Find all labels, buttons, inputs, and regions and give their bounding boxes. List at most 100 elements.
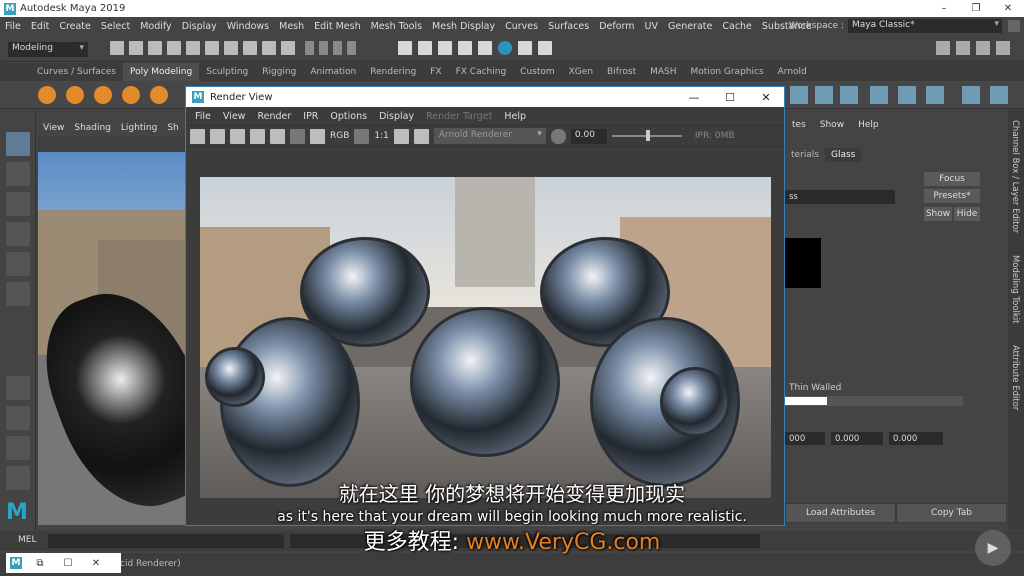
hypershade-icon[interactable] (458, 41, 472, 55)
render-region-icon[interactable] (210, 128, 225, 144)
ae-menu-show[interactable]: Show (813, 120, 851, 130)
ae-tab-glass[interactable]: Glass (824, 148, 862, 162)
vector-field-y[interactable]: 0.000 (831, 432, 883, 445)
multi-cut-icon[interactable] (870, 86, 888, 104)
menu-windows[interactable]: Windows (222, 21, 274, 32)
rgb-label[interactable]: RGB (330, 131, 349, 141)
shelf-tab-fx[interactable]: FX (423, 63, 448, 81)
menu-file[interactable]: File (0, 21, 26, 32)
render-menu-render-target[interactable]: Render Target (420, 111, 498, 122)
ipr-icon[interactable] (270, 128, 285, 144)
history-icon[interactable] (347, 41, 356, 55)
poly-cylinder-icon[interactable] (94, 86, 112, 104)
lock-icon[interactable] (1008, 20, 1020, 32)
render-view-icon[interactable] (478, 41, 492, 55)
rendered-image[interactable] (200, 177, 771, 498)
save-scene-icon[interactable] (148, 41, 162, 55)
minimize-button[interactable]: – (928, 0, 960, 17)
move-tool-icon[interactable] (6, 222, 30, 246)
single-perspective-icon[interactable] (6, 376, 30, 400)
snap-view-icon[interactable] (319, 41, 328, 55)
shelf-tab-rigging[interactable]: Rigging (255, 63, 303, 81)
pause-icon[interactable] (538, 41, 552, 55)
render-menu-options[interactable]: Options (324, 111, 373, 122)
light-editor-icon[interactable] (518, 41, 532, 55)
tool-settings-icon[interactable] (976, 41, 990, 55)
render-view-minimize-button[interactable]: — (676, 87, 712, 107)
lasso-tool-icon[interactable] (6, 162, 30, 186)
paint-select-icon[interactable] (6, 192, 30, 216)
render-menu-display[interactable]: Display (373, 111, 420, 122)
exposure-field[interactable]: 0.00 (570, 128, 607, 144)
arnold-icon[interactable] (498, 41, 512, 55)
close-button[interactable]: ✕ (992, 0, 1024, 17)
zoom-fit-icon[interactable] (393, 128, 409, 144)
target-weld-icon[interactable] (898, 86, 916, 104)
scale-tool-icon[interactable] (6, 282, 30, 306)
mini-close-button[interactable]: ✕ (82, 558, 110, 569)
menu-display[interactable]: Display (177, 21, 222, 32)
render-frame-icon[interactable] (398, 41, 412, 55)
poly-cube-icon[interactable] (66, 86, 84, 104)
menu-modify[interactable]: Modify (135, 21, 176, 32)
viewport-menu-shading[interactable]: Shading (69, 123, 116, 133)
snap-curve-icon[interactable] (281, 41, 295, 55)
undo-icon[interactable] (167, 41, 181, 55)
extrude-icon[interactable] (790, 86, 808, 104)
menu-uv[interactable]: UV (640, 21, 663, 32)
shelf-tab-motion-graphics[interactable]: Motion Graphics (684, 63, 771, 81)
menu-create[interactable]: Create (54, 21, 96, 32)
viewport-menu-sh[interactable]: Sh (162, 123, 183, 133)
menu-curves[interactable]: Curves (500, 21, 543, 32)
uv-editor-icon[interactable] (962, 86, 980, 104)
new-scene-icon[interactable] (110, 41, 124, 55)
refresh-ipr-icon[interactable] (290, 128, 305, 144)
render-menu-view[interactable]: View (217, 111, 252, 122)
minimized-window[interactable]: M ⧉ ☐ ✕ (6, 553, 121, 573)
shelf-tab-fx-caching[interactable]: FX Caching (449, 63, 514, 81)
thin-walled-slider[interactable] (785, 396, 963, 406)
snap-surface-icon[interactable] (333, 41, 342, 55)
render-settings-icon[interactable] (438, 41, 452, 55)
menu-surfaces[interactable]: Surfaces (543, 21, 594, 32)
material-name-field[interactable]: ss (785, 190, 895, 204)
select-hierarchy-icon[interactable] (205, 41, 219, 55)
renderer-dropdown[interactable]: Arnold Renderer (433, 128, 546, 144)
snapshot-icon[interactable] (230, 128, 245, 144)
two-view-icon[interactable] (6, 436, 30, 460)
render-view-close-button[interactable]: ✕ (748, 87, 784, 107)
restore-button[interactable]: ❐ (960, 0, 992, 17)
workspace-dropdown[interactable]: Maya Classic* (848, 19, 1002, 33)
shelf-tab-arnold[interactable]: Arnold (771, 63, 814, 81)
menu-mesh[interactable]: Mesh (274, 21, 309, 32)
render-menu-help[interactable]: Help (498, 111, 532, 122)
ratio-label[interactable]: 1:1 (374, 131, 388, 141)
shelf-tab-sculpting[interactable]: Sculpting (199, 63, 255, 81)
four-view-icon[interactable] (6, 406, 30, 430)
attribute-editor-icon[interactable] (956, 41, 970, 55)
poly-torus-icon[interactable] (150, 86, 168, 104)
channel-icon[interactable] (354, 128, 370, 144)
redo-render-icon[interactable] (190, 128, 205, 144)
menu-cache[interactable]: Cache (717, 21, 757, 32)
bevel-icon[interactable] (815, 86, 833, 104)
shelf-tab-poly-modeling[interactable]: Poly Modeling (122, 63, 200, 81)
modeling-toolkit-icon[interactable] (936, 41, 950, 55)
mini-restore-button[interactable]: ⧉ (26, 558, 54, 569)
vector-field-z[interactable]: 0.000 (889, 432, 943, 445)
menu-edit-mesh[interactable]: Edit Mesh (309, 21, 365, 32)
unfold-icon[interactable] (990, 86, 1008, 104)
quad-draw-icon[interactable] (926, 86, 944, 104)
show-button[interactable]: Show (924, 207, 952, 221)
vector-field-x[interactable]: 000 (785, 432, 825, 445)
hide-button[interactable]: Hide (954, 207, 980, 221)
render-menu-render[interactable]: Render (251, 111, 297, 122)
side-tab-attribute-editor[interactable]: Attribute Editor (1010, 345, 1020, 410)
clear-icon[interactable] (413, 128, 429, 144)
bridge-icon[interactable] (840, 86, 858, 104)
menu-mesh-tools[interactable]: Mesh Tools (366, 21, 427, 32)
redo-icon[interactable] (186, 41, 200, 55)
rotate-tool-icon[interactable] (6, 252, 30, 276)
channel-box-icon[interactable] (996, 41, 1010, 55)
shelf-tab-curves-surfaces[interactable]: Curves / Surfaces (30, 63, 123, 81)
